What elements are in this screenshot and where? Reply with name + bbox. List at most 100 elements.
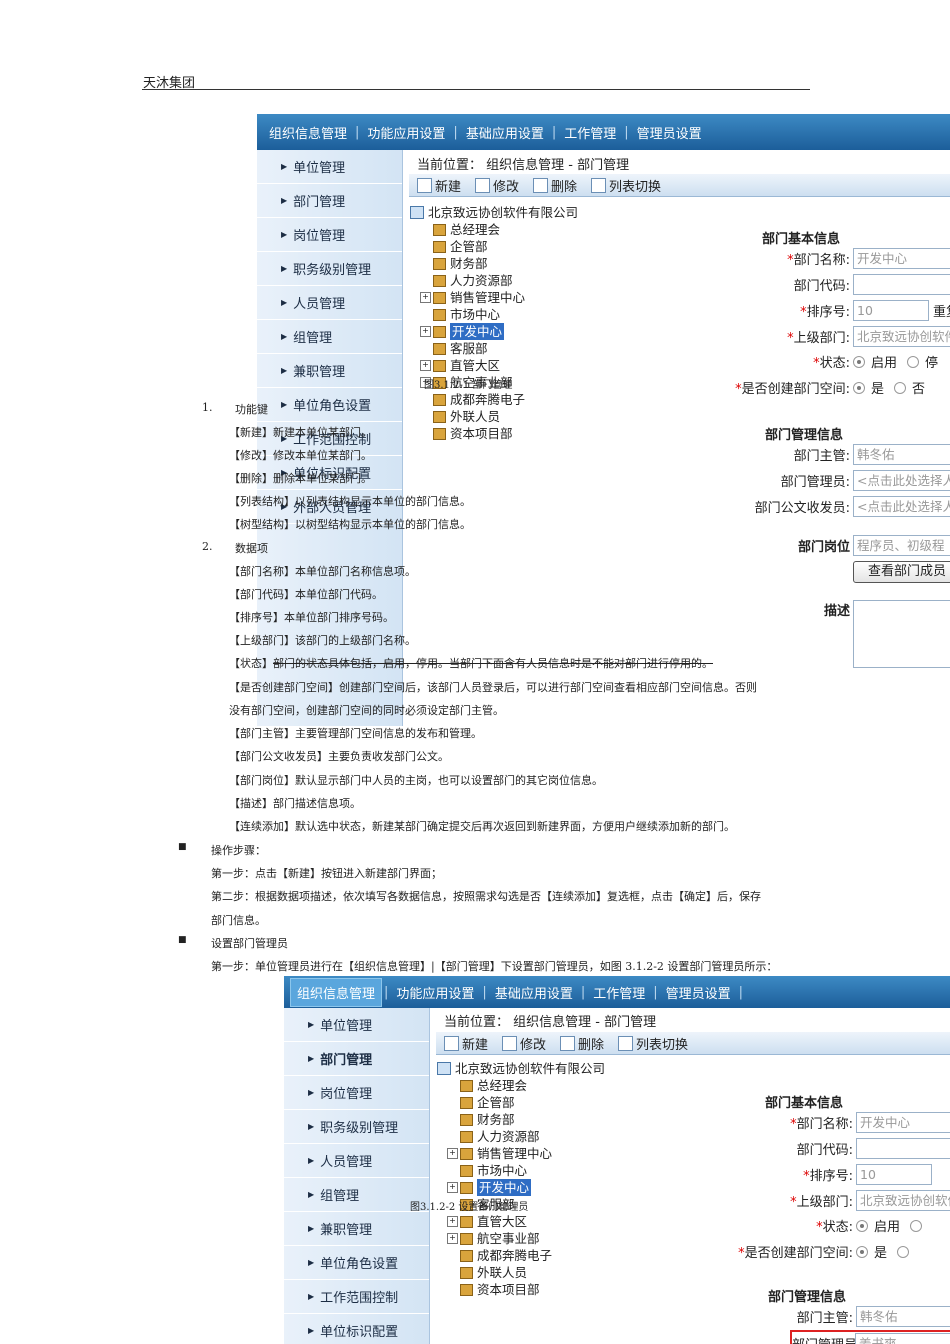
nav-post-management[interactable]: ▶ 岗位管理 (284, 1076, 429, 1110)
tree-node[interactable]: + 销售管理中心 (410, 289, 600, 306)
delete-button[interactable]: 删除 (560, 1034, 604, 1053)
tree-node[interactable]: + 直管大区 (410, 357, 600, 374)
department-head-input[interactable]: 韩冬佑 (856, 1306, 950, 1327)
screenshot-set-department-admin: 组织信息管理 | 功能应用设置 | 基础应用设置 | 工作管理 | 管理员设置 | ▶ 单位… (284, 976, 950, 1344)
nav-unit-logo-config[interactable]: ▶ 单位标识配置 (284, 1314, 429, 1344)
doc-line: 【修改】修改本单位某部门。 (229, 449, 372, 462)
nav-department-management[interactable]: ▶ 部门管理 (284, 1042, 429, 1076)
status-enabled-radio[interactable]: 启用 (853, 352, 897, 371)
department-name-input[interactable]: 开发中心 (853, 248, 950, 269)
department-admin-input[interactable]: <点击此处选择人 (853, 470, 950, 491)
tree-root[interactable]: 北京致远协创软件有限公司 (410, 204, 600, 221)
delete-button[interactable]: 删除 (533, 176, 577, 195)
expand-icon[interactable]: + (420, 326, 431, 337)
switch-list-button[interactable]: 列表切换 (591, 176, 661, 195)
nav-group-management[interactable]: ▶ 组管理 (257, 320, 402, 354)
nav-post-management[interactable]: ▶ 岗位管理 (257, 218, 402, 252)
parent-department-input[interactable]: 北京致远协创软件 (856, 1190, 950, 1211)
tab-work-management[interactable]: 工作管理 (558, 119, 622, 146)
row-view-members: 查看部门成员 (853, 561, 950, 583)
parent-department-input[interactable]: 北京致远协创软件 (853, 326, 950, 347)
tab-admin-settings[interactable]: 管理员设置 (631, 119, 708, 146)
tree-node[interactable]: 企管部 (437, 1094, 627, 1111)
new-button[interactable]: 新建 (417, 176, 461, 195)
tree-root[interactable]: 北京致远协创软件有限公司 (437, 1060, 627, 1077)
nav-department-management[interactable]: ▶ 部门管理 (257, 184, 402, 218)
tree-node[interactable]: 成都奔腾电子 (410, 391, 600, 408)
tree-node[interactable]: 财务部 (437, 1111, 627, 1128)
tree-node[interactable]: 客服部 (410, 340, 600, 357)
tree-node[interactable]: 市场中心 (437, 1162, 627, 1179)
nav-unit-management[interactable]: ▶ 单位管理 (257, 150, 402, 184)
nav-unit-management[interactable]: ▶ 单位管理 (284, 1008, 429, 1042)
nav-part-time-management[interactable]: ▶ 兼职管理 (257, 354, 402, 388)
edit-button[interactable]: 修改 (475, 176, 519, 195)
nav-group-management[interactable]: ▶ 组管理 (284, 1178, 429, 1212)
tree-node[interactable]: 资本项目部 (437, 1281, 627, 1298)
row-create-space: *是否创建部门空间: 是 否 (675, 378, 935, 397)
department-head-input[interactable]: 韩冬佑 (853, 444, 950, 465)
status-disabled-radio[interactable]: 停 (907, 352, 938, 371)
view-members-button[interactable]: 查看部门成员 (853, 561, 950, 583)
tree-node-selected[interactable]: + 开发中心 (410, 323, 600, 340)
folder-icon (433, 410, 446, 423)
tab-admin-settings[interactable]: 管理员设置 (660, 979, 737, 1006)
tree-node[interactable]: 企管部 (410, 238, 600, 255)
department-name-input[interactable]: 开发中心 (856, 1112, 950, 1133)
new-button[interactable]: 新建 (444, 1034, 488, 1053)
tab-function-settings[interactable]: 功能应用设置 (390, 979, 480, 1006)
department-admin-input[interactable]: 姜书爽 (855, 1333, 950, 1344)
nav-personnel-management[interactable]: ▶ 人员管理 (284, 1144, 429, 1178)
space-yes-radio[interactable]: 是 (853, 378, 884, 397)
tree-node[interactable]: 市场中心 (410, 306, 600, 323)
expand-icon[interactable]: + (447, 1233, 458, 1244)
tree-node[interactable]: + 直管大区 (437, 1213, 627, 1230)
expand-icon[interactable]: + (420, 360, 431, 371)
tree-node-selected[interactable]: + 开发中心 (437, 1179, 627, 1196)
description-textarea[interactable] (853, 600, 950, 668)
tab-work-management[interactable]: 工作管理 (587, 979, 651, 1006)
nav-job-level-management[interactable]: ▶ 职务级别管理 (257, 252, 402, 286)
tab-basic-settings[interactable]: 基础应用设置 (489, 979, 579, 1006)
switch-list-button[interactable]: 列表切换 (618, 1034, 688, 1053)
tree-node[interactable]: 总经理会 (437, 1077, 627, 1094)
sort-number-input[interactable]: 10 (856, 1164, 932, 1185)
status-enabled-radio[interactable]: 启用 (856, 1216, 900, 1235)
expand-icon[interactable]: + (447, 1182, 458, 1193)
nav-work-scope-control[interactable]: ▶ 工作范围控制 (284, 1280, 429, 1314)
department-code-input[interactable] (853, 274, 950, 295)
folder-icon (460, 1181, 473, 1194)
edit-button[interactable]: 修改 (502, 1034, 546, 1053)
status-disabled-radio[interactable] (910, 1219, 928, 1232)
expand-icon[interactable]: + (447, 1148, 458, 1159)
department-post-input[interactable]: 程序员、初级程 (853, 535, 950, 556)
tree-node[interactable]: + 航空事业部 (437, 1230, 627, 1247)
tree-node[interactable]: 成都奔腾电子 (437, 1247, 627, 1264)
nav-unit-role-settings[interactable]: ▶ 单位角色设置 (257, 388, 402, 422)
expand-icon[interactable]: + (447, 1216, 458, 1227)
tree-node[interactable]: 外联人员 (410, 408, 600, 425)
expand-icon[interactable]: + (420, 292, 431, 303)
sort-number-input[interactable]: 10 (853, 300, 929, 321)
document-clerk-input[interactable]: <点击此处选择人 (853, 496, 950, 517)
tab-org-info[interactable]: 组织信息管理 (290, 977, 383, 1007)
tab-function-settings[interactable]: 功能应用设置 (361, 119, 451, 146)
tab-org-info[interactable]: 组织信息管理 (263, 119, 353, 146)
tree-node[interactable]: 人力资源部 (410, 272, 600, 289)
space-no-radio[interactable] (897, 1245, 915, 1258)
tree-node[interactable]: 财务部 (410, 255, 600, 272)
space-no-radio[interactable]: 否 (894, 378, 925, 397)
nav-job-level-management[interactable]: ▶ 职务级别管理 (284, 1110, 429, 1144)
nav-unit-role-settings[interactable]: ▶ 单位角色设置 (284, 1246, 429, 1280)
tree-node[interactable]: 总经理会 (410, 221, 600, 238)
tab-basic-settings[interactable]: 基础应用设置 (460, 119, 550, 146)
nav-part-time-management[interactable]: ▶ 兼职管理 (284, 1212, 429, 1246)
space-yes-radio[interactable]: 是 (856, 1242, 887, 1261)
tree-node[interactable]: 人力资源部 (437, 1128, 627, 1145)
nav-personnel-management[interactable]: ▶ 人员管理 (257, 286, 402, 320)
tree-node[interactable]: 资本项目部 (410, 425, 600, 442)
tree-node[interactable]: 外联人员 (437, 1264, 627, 1281)
tree-node[interactable]: + 销售管理中心 (437, 1145, 627, 1162)
department-code-input[interactable] (856, 1138, 950, 1159)
section-basic-info: 部门基本信息 (762, 232, 841, 247)
